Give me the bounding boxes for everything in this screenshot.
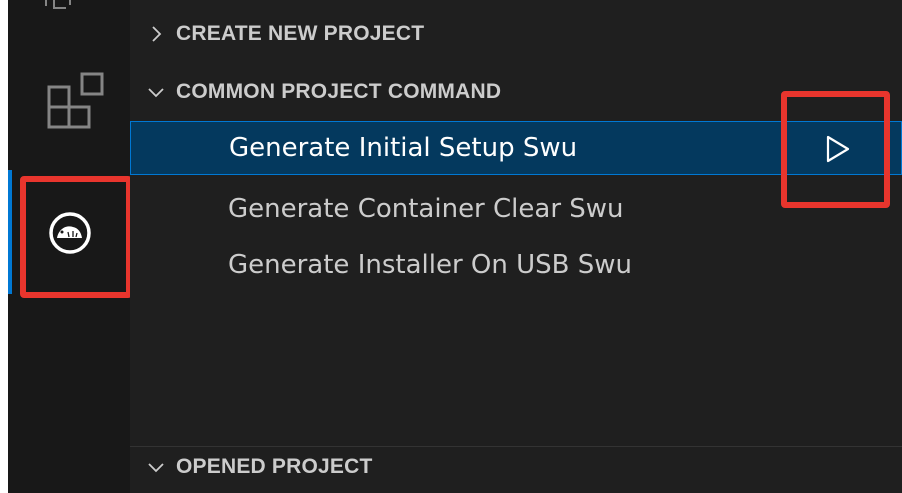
extensions-icon[interactable] — [46, 72, 110, 134]
section-create-new-project[interactable]: CREATE NEW PROJECT — [130, 14, 902, 54]
chevron-right-icon — [152, 26, 162, 42]
vscode-window: CREATE NEW PROJECT COMMON PROJECT COMMAN… — [0, 0, 902, 493]
section-title: COMMON PROJECT COMMAND — [176, 80, 502, 103]
activity-bar — [8, 0, 132, 493]
command-label: Generate Installer On USB Swu — [228, 250, 633, 280]
active-view-indicator — [8, 170, 12, 294]
chevron-down-icon — [148, 88, 164, 98]
command-label: Generate Container Clear Swu — [228, 194, 624, 224]
partial-icon — [45, 0, 71, 9]
chevron-down-icon — [148, 463, 164, 473]
activity-highlight-box — [20, 176, 132, 298]
command-label: Generate Initial Setup Swu — [229, 133, 578, 163]
section-opened-project[interactable]: OPENED PROJECT — [130, 446, 902, 487]
section-title: CREATE NEW PROJECT — [176, 22, 425, 45]
run-button-highlight-box — [781, 91, 890, 208]
project-sidebar: CREATE NEW PROJECT COMMON PROJECT COMMAN… — [130, 0, 902, 493]
section-title: OPENED PROJECT — [176, 455, 373, 478]
command-generate-installer-on-usb-swu[interactable]: Generate Installer On USB Swu — [130, 238, 902, 292]
